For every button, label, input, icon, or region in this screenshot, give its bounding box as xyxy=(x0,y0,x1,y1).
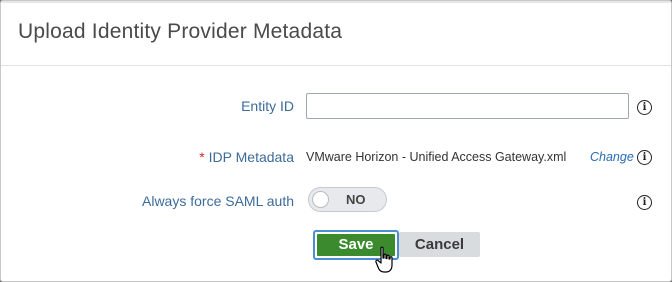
entity-id-info-icon[interactable]: i xyxy=(637,100,652,115)
upload-idp-metadata-dialog: Upload Identity Provider Metadata Entity… xyxy=(0,0,672,282)
idp-metadata-label-text: IDP Metadata xyxy=(208,149,294,165)
idp-metadata-label: * IDP Metadata xyxy=(199,149,294,165)
dialog-title: Upload Identity Provider Metadata xyxy=(18,20,343,43)
idp-metadata-info-icon[interactable]: i xyxy=(637,150,652,165)
required-asterisk: * xyxy=(199,149,205,165)
force-saml-info-icon[interactable]: i xyxy=(637,195,652,210)
force-saml-label: Always force SAML auth xyxy=(142,193,294,209)
force-saml-toggle[interactable]: NO xyxy=(308,187,387,212)
change-file-link[interactable]: Change xyxy=(590,150,634,164)
idp-metadata-file-name: VMware Horizon - Unified Access Gateway.… xyxy=(306,150,567,164)
entity-id-input[interactable] xyxy=(306,93,629,119)
dialog-header: Upload Identity Provider Metadata xyxy=(1,1,671,66)
hand-pointer-cursor-icon xyxy=(375,246,393,273)
toggle-knob xyxy=(312,191,329,208)
toggle-state-text: NO xyxy=(346,192,366,207)
entity-id-label: Entity ID xyxy=(241,98,294,114)
cancel-button[interactable]: Cancel xyxy=(399,232,480,257)
